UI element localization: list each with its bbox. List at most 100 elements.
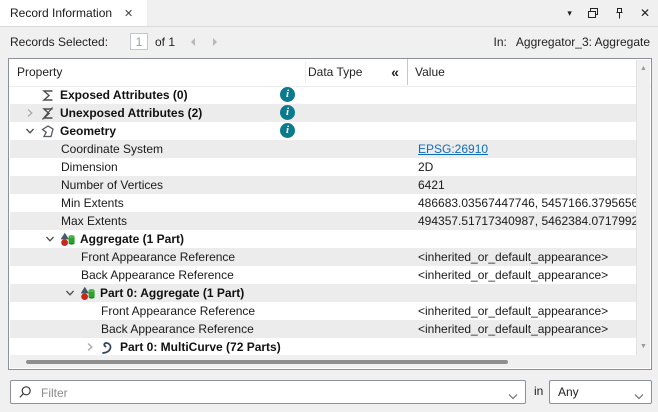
scrollbar-corner [637,355,650,368]
search-icon [18,385,33,403]
tab-title: Record Information [10,6,112,20]
scroll-up-icon[interactable]: ▲ [637,62,650,75]
property-label: Max Extents [61,212,127,230]
tree-row[interactable]: Dimension 2D [10,158,639,176]
value-cell [408,338,639,356]
property-label: Geometry [60,122,116,140]
value-cell [408,284,639,302]
record-context: In: Aggregator_3: Aggregate [494,35,650,49]
property-label: Back Appearance Reference [81,266,234,284]
column-header-property[interactable]: Property [17,59,62,85]
property-label: Front Appearance Reference [101,302,255,320]
tab-close-icon[interactable]: ✕ [124,7,133,20]
scope-dropdown-chevron-icon[interactable] [634,389,644,403]
value-cell [408,230,639,248]
property-label: Exposed Attributes (0) [60,86,188,104]
aggregate-icon [58,232,77,247]
tree-row[interactable]: Part 0: Aggregate (1 Part) [10,284,639,302]
records-total-label: of 1 [155,35,175,49]
property-label: Aggregate (1 Part) [80,230,184,248]
tree-row[interactable]: Max Extents 494357.51717340987, 5462384.0… [10,212,639,230]
column-header-value[interactable]: Value [415,59,445,85]
tree-row[interactable]: Back Appearance Reference <inherited_or_d… [10,320,639,338]
filter-combobox[interactable] [10,380,526,404]
next-record-button[interactable] [210,36,222,48]
tab-bar: Record Information ✕ ▾ ✕ [0,0,658,27]
filter-scope-dropdown[interactable]: Any [549,380,652,404]
property-label: Number of Vertices [61,176,163,194]
panel-menu-caret-icon[interactable]: ▾ [567,8,572,19]
tree-row[interactable]: Front Appearance Reference <inherited_or_… [10,248,639,266]
panel-close-icon[interactable]: ✕ [640,6,650,20]
float-window-icon[interactable] [587,7,599,19]
property-label: Dimension [61,158,118,176]
column-separator [407,59,408,85]
multicurve-icon [98,340,117,355]
sigma-icon [38,88,57,103]
value-cell: 6421 [408,176,639,194]
collapse-columns-button[interactable]: « [384,59,406,85]
records-selected-label: Records Selected: [10,35,108,49]
horizontal-scrollbar-thumb[interactable] [26,360,508,364]
value-cell: <inherited_or_default_appearance> [408,302,639,320]
property-label: Unexposed Attributes (2) [60,104,202,122]
filter-in-label: in [534,384,543,398]
coordinate-system-link[interactable]: EPSG:26910 [408,140,639,158]
context-feature-label: Aggregator_3: Aggregate [516,35,650,49]
aggregate-icon [78,286,97,301]
in-label: In: [494,35,507,49]
info-icon[interactable]: i [280,105,295,120]
column-header-data-type[interactable]: Data Type [308,59,362,85]
value-cell: <inherited_or_default_appearance> [408,266,639,284]
column-separator [305,62,306,83]
record-information-panel: Record Information ✕ ▾ ✕ Records Selecte… [0,0,658,412]
table-header: Property Data Type « Value [9,59,651,87]
expander-open-icon[interactable] [42,234,58,244]
expander-open-icon[interactable] [22,126,38,136]
filter-input[interactable] [39,382,503,404]
info-icon[interactable]: i [280,87,295,102]
tree-row[interactable]: Aggregate (1 Part) [10,230,639,248]
property-table: Property Data Type « Value Exposed Attri… [8,58,652,370]
expander-closed-icon[interactable] [82,342,98,352]
filter-bar: in Any [0,378,658,406]
record-toolbar: Records Selected: 1 of 1 In: Aggregator_… [0,27,658,58]
tree-row[interactable]: Geometry i [10,122,639,140]
tree-row[interactable]: Unexposed Attributes (2) i [10,104,639,122]
value-cell: 486683.03567447746, 5457166.3795656 [408,194,639,212]
expander-open-icon[interactable] [62,288,78,298]
tree-row[interactable]: Min Extents 486683.03567447746, 5457166.3… [10,194,639,212]
pin-panel-icon[interactable] [614,7,625,20]
tree-row[interactable]: Number of Vertices 6421 [10,176,639,194]
tree-row[interactable]: Back Appearance Reference <inherited_or_d… [10,266,639,284]
tab-record-information[interactable]: Record Information ✕ [0,0,147,26]
info-icon[interactable]: i [280,123,295,138]
property-label: Part 0: Aggregate (1 Part) [100,284,244,302]
vertical-scrollbar[interactable]: ▲ ▼ [636,60,650,355]
horizontal-scrollbar[interactable] [10,355,637,368]
titlebar-actions: ▾ ✕ [567,0,650,26]
tree-row[interactable]: Exposed Attributes (0) i [10,86,639,104]
scroll-down-icon[interactable]: ▼ [637,340,650,353]
property-label: Part 0: MultiCurve (72 Parts) [120,338,281,356]
value-cell: 494357.51717340987, 5462384.071799235 [408,212,639,230]
value-cell: 2D [408,158,639,176]
tree-row[interactable]: Front Appearance Reference <inherited_or_… [10,302,639,320]
property-label: Coordinate System [61,140,163,158]
filter-dropdown-chevron-icon[interactable] [508,389,518,403]
value-cell [408,104,639,122]
value-cell [408,86,639,104]
value-cell: <inherited_or_default_appearance> [408,320,639,338]
property-label: Min Extents [61,194,124,212]
value-cell: <inherited_or_default_appearance> [408,248,639,266]
property-label: Back Appearance Reference [101,320,254,338]
previous-record-button[interactable] [188,36,200,48]
property-tree: Exposed Attributes (0)iUnexposed Attribu… [10,86,639,356]
tree-row[interactable]: Coordinate System EPSG:26910 [10,140,639,158]
sigma-slash-icon [38,106,57,121]
tree-row[interactable]: Part 0: MultiCurve (72 Parts) [10,338,639,356]
property-label: Front Appearance Reference [81,248,235,266]
record-number-input[interactable]: 1 [130,33,148,50]
value-cell [408,122,639,140]
expander-closed-icon[interactable] [22,108,38,118]
